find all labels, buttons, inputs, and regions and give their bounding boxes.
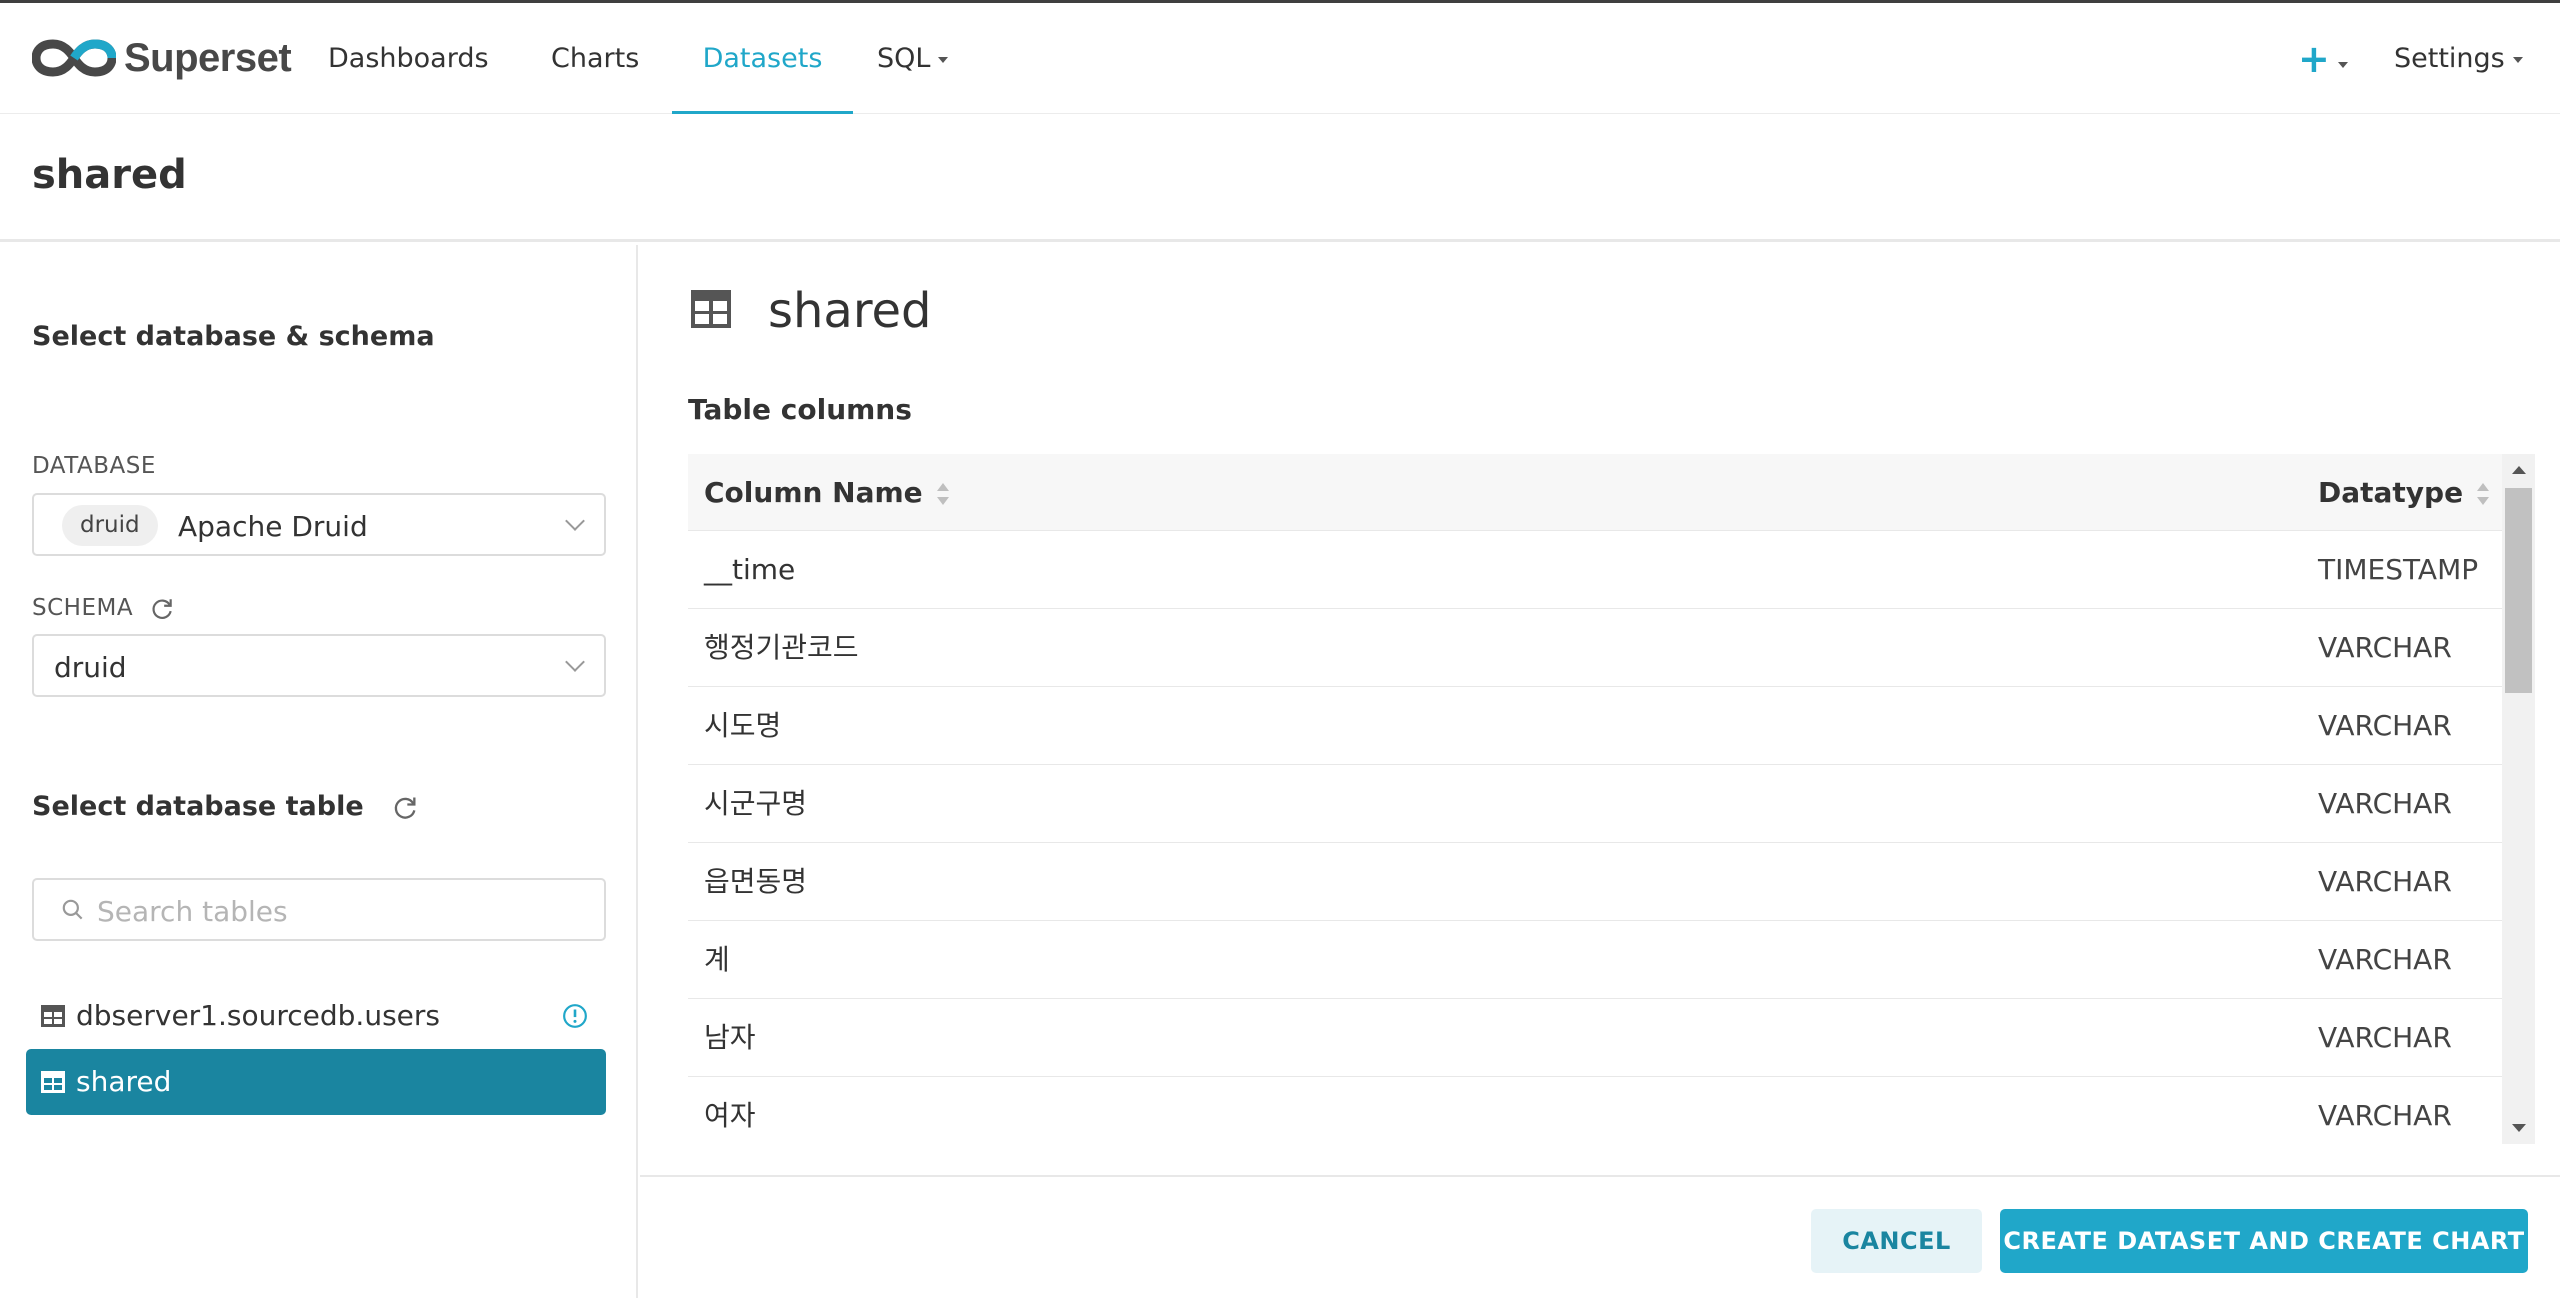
page-header: shared xyxy=(0,114,2560,242)
caret-down-icon xyxy=(938,56,949,63)
refresh-icon[interactable] xyxy=(391,794,419,822)
schema-select[interactable]: druid xyxy=(32,634,606,697)
table-row: 행정기관코드 VARCHAR xyxy=(688,609,2502,687)
column-name-cell: __time xyxy=(704,553,796,586)
search-icon xyxy=(62,899,83,920)
column-name-cell: 시도명 xyxy=(704,709,782,742)
db-table-heading-text: Select database table xyxy=(32,791,364,822)
columns-table: Column Name Datatype __time TIMESTAMP 행정… xyxy=(688,454,2502,1144)
datatype-cell: VARCHAR xyxy=(2318,1021,2452,1054)
datatype-cell: VARCHAR xyxy=(2318,1099,2452,1132)
top-navbar: Superset Dashboards Charts Datasets SQL … xyxy=(0,6,2560,114)
nav-datasets[interactable]: Datasets xyxy=(672,6,853,114)
db-schema-heading: Select database & schema xyxy=(32,321,435,352)
settings-label: Settings xyxy=(2394,43,2505,74)
db-table-heading: Select database table xyxy=(32,791,419,822)
superset-logo[interactable]: Superset xyxy=(32,32,292,84)
scroll-up-arrow-icon[interactable] xyxy=(2512,466,2526,474)
column-name-cell: 시군구명 xyxy=(704,787,808,820)
datatype-cell: VARCHAR xyxy=(2318,631,2452,664)
column-name-header[interactable]: Column Name xyxy=(704,454,949,531)
table-row: 시군구명 VARCHAR xyxy=(688,765,2502,843)
search-placeholder: Search tables xyxy=(97,895,288,928)
table-header-row: Column Name Datatype xyxy=(688,454,2502,531)
nav-sql-label: SQL xyxy=(877,43,931,74)
plus-icon: + xyxy=(2298,37,2330,81)
datatype-cell: TIMESTAMP xyxy=(2318,553,2479,586)
table-row: 여자 VARCHAR xyxy=(688,1077,2502,1144)
datatype-cell: VARCHAR xyxy=(2318,943,2452,976)
table-row: 시도명 VARCHAR xyxy=(688,687,2502,765)
nav-sql[interactable]: SQL xyxy=(877,6,949,114)
table-columns-heading: Table columns xyxy=(688,393,912,426)
table-row: __time TIMESTAMP xyxy=(688,531,2502,609)
refresh-icon[interactable] xyxy=(149,596,175,622)
nav-dashboards[interactable]: Dashboards xyxy=(328,6,489,114)
chevron-down-icon xyxy=(565,511,585,531)
table-row: 남자 VARCHAR xyxy=(688,999,2502,1077)
info-icon[interactable] xyxy=(562,1003,588,1029)
table-row: 계 VARCHAR xyxy=(688,921,2502,999)
new-menu-button[interactable]: + xyxy=(2298,6,2348,114)
database-select[interactable]: druid Apache Druid xyxy=(32,493,606,556)
schema-value: druid xyxy=(54,651,127,684)
left-panel: Select database & schema DATABASE druid … xyxy=(0,245,638,1298)
table-item-shared[interactable]: shared xyxy=(26,1049,606,1115)
table-row: 읍면동명 VARCHAR xyxy=(688,843,2502,921)
column-name-header-label: Column Name xyxy=(704,476,923,509)
datatype-header-label: Datatype xyxy=(2318,476,2464,509)
create-dataset-and-chart-button[interactable]: CREATE DATASET AND CREATE CHART xyxy=(2000,1209,2528,1273)
schema-label: SCHEMA xyxy=(32,595,175,622)
search-tables-input[interactable]: Search tables xyxy=(32,878,606,941)
dataset-title: shared xyxy=(768,283,932,339)
table-icon xyxy=(691,290,731,328)
datatype-cell: VARCHAR xyxy=(2318,865,2452,898)
sort-icon xyxy=(936,481,949,507)
datatype-cell: VARCHAR xyxy=(2318,787,2452,820)
schema-label-text: SCHEMA xyxy=(32,595,134,621)
infinity-logo-icon xyxy=(32,39,116,77)
scroll-down-arrow-icon[interactable] xyxy=(2512,1124,2526,1132)
nav-charts[interactable]: Charts xyxy=(551,6,639,114)
table-item-label: dbserver1.sourcedb.users xyxy=(76,999,440,1032)
caret-down-icon xyxy=(2337,61,2348,68)
caret-down-icon xyxy=(2512,56,2523,63)
settings-menu[interactable]: Settings xyxy=(2394,6,2523,114)
vertical-scrollbar[interactable] xyxy=(2502,454,2535,1144)
column-name-cell: 계 xyxy=(704,943,730,976)
database-label: DATABASE xyxy=(32,453,156,479)
column-name-cell: 읍면동명 xyxy=(704,865,808,898)
table-item-dbserver1-sourcedb-users[interactable]: dbserver1.sourcedb.users xyxy=(26,983,606,1049)
database-value: Apache Druid xyxy=(178,510,368,543)
cancel-button[interactable]: CANCEL xyxy=(1811,1209,1982,1273)
datatype-header[interactable]: Datatype xyxy=(2318,454,2490,531)
app-name: Superset xyxy=(124,35,292,80)
datatype-cell: VARCHAR xyxy=(2318,709,2452,742)
sort-icon xyxy=(2477,481,2490,507)
column-name-cell: 행정기관코드 xyxy=(704,631,859,664)
table-icon xyxy=(41,1005,65,1027)
page-title: shared xyxy=(32,152,187,198)
table-icon xyxy=(41,1071,65,1093)
database-backend-tag: druid xyxy=(62,505,158,546)
column-name-cell: 여자 xyxy=(704,1099,756,1132)
scrollbar-thumb[interactable] xyxy=(2505,488,2532,693)
column-name-cell: 남자 xyxy=(704,1021,756,1054)
chevron-down-icon xyxy=(565,652,585,672)
table-item-label: shared xyxy=(76,1065,172,1098)
